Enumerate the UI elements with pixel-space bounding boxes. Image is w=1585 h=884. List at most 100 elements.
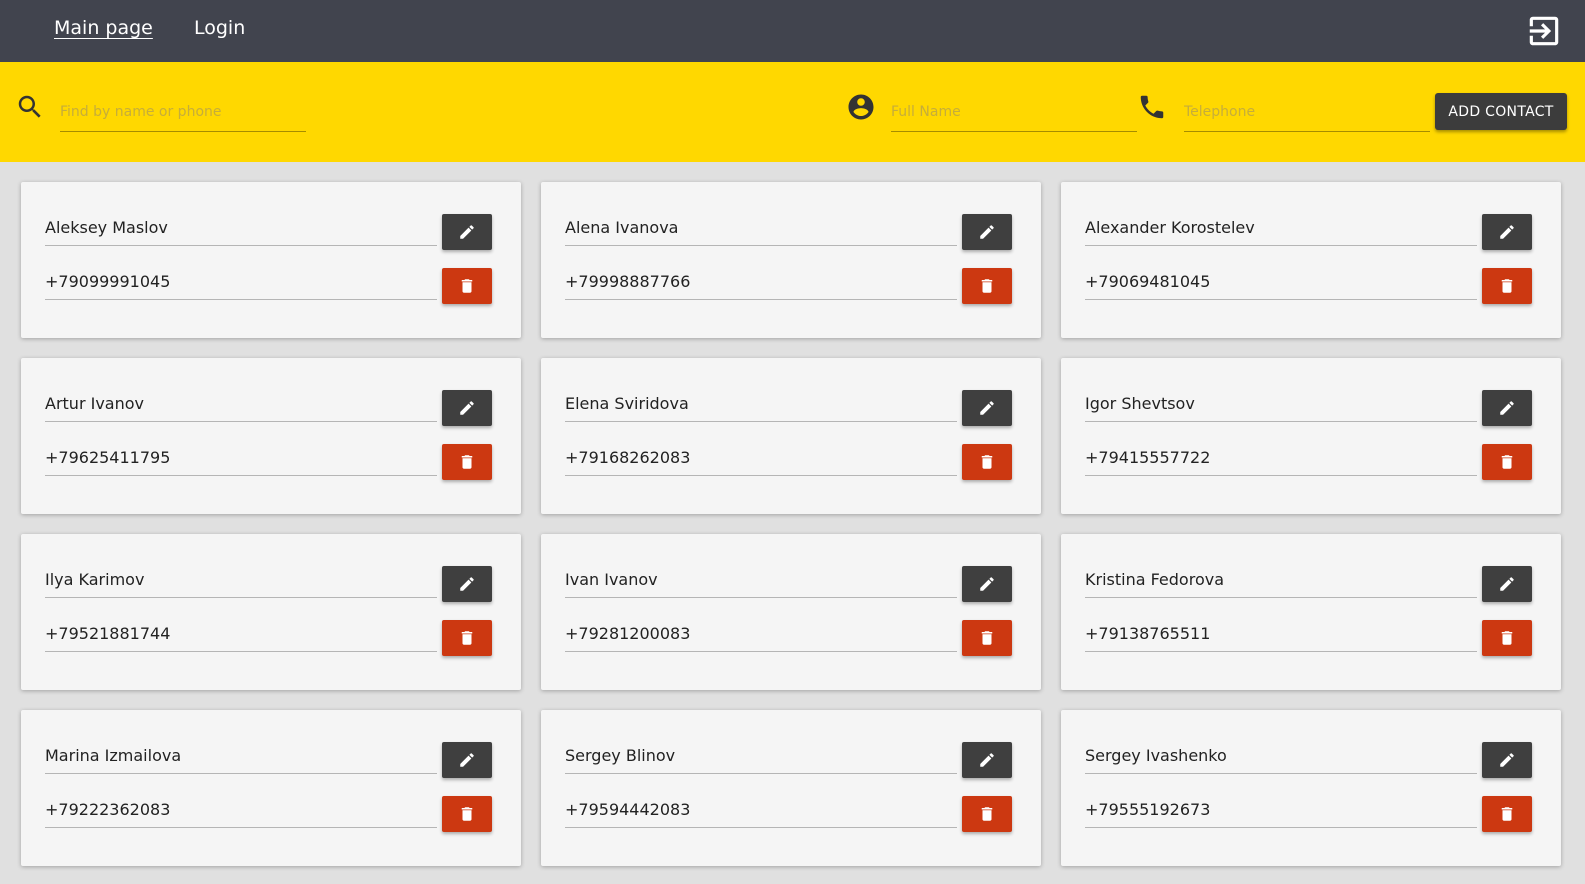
delete-button[interactable] (962, 620, 1012, 656)
trash-icon (461, 807, 473, 821)
trash-icon (1501, 455, 1513, 469)
contact-card: Ivan Ivanov +79281200083 (541, 534, 1041, 690)
fullname-input[interactable] (891, 92, 1137, 131)
contact-name[interactable]: Marina Izmailova (45, 738, 437, 774)
contact-card: Marina Izmailova +79222362083 (21, 710, 521, 866)
trash-icon (461, 631, 473, 645)
contact-card: Elena Sviridova +79168262083 (541, 358, 1041, 514)
telephone-input[interactable] (1184, 92, 1430, 131)
delete-button[interactable] (1482, 268, 1532, 304)
contact-name[interactable]: Elena Sviridova (565, 386, 957, 422)
contact-name[interactable]: Ilya Karimov (45, 562, 437, 598)
edit-button[interactable] (1482, 566, 1532, 602)
delete-button[interactable] (962, 796, 1012, 832)
edit-button[interactable] (442, 742, 492, 778)
contact-toolbar: ADD CONTACT (0, 62, 1585, 162)
add-contact-button[interactable]: ADD CONTACT (1435, 93, 1567, 130)
edit-button[interactable] (442, 566, 492, 602)
pencil-icon (460, 225, 474, 239)
contact-card: Sergey Blinov +79594442083 (541, 710, 1041, 866)
contact-name[interactable]: Kristina Fedorova (1085, 562, 1477, 598)
edit-button[interactable] (962, 742, 1012, 778)
delete-button[interactable] (442, 444, 492, 480)
pencil-icon (460, 577, 474, 591)
trash-icon (1501, 807, 1513, 821)
nav-login-link[interactable]: Login (194, 17, 245, 39)
search-icon (15, 92, 45, 122)
trash-icon (981, 631, 993, 645)
edit-button[interactable] (962, 214, 1012, 250)
edit-button[interactable] (1482, 214, 1532, 250)
trash-icon (981, 279, 993, 293)
contact-phone[interactable]: +79168262083 (565, 440, 957, 476)
pencil-icon (980, 577, 994, 591)
pencil-icon (1500, 753, 1514, 767)
contact-name[interactable]: Ivan Ivanov (565, 562, 957, 598)
contact-phone[interactable]: +79625411795 (45, 440, 437, 476)
telephone-field (1184, 92, 1430, 132)
delete-button[interactable] (962, 268, 1012, 304)
trash-icon (981, 455, 993, 469)
edit-button[interactable] (1482, 390, 1532, 426)
pencil-icon (1500, 401, 1514, 415)
delete-button[interactable] (962, 444, 1012, 480)
contact-phone[interactable]: +79998887766 (565, 264, 957, 300)
edit-button[interactable] (442, 390, 492, 426)
contact-card: Sergey Ivashenko +79555192673 (1061, 710, 1561, 866)
contact-name[interactable]: Sergey Ivashenko (1085, 738, 1477, 774)
contact-phone[interactable]: +79555192673 (1085, 792, 1477, 828)
contact-phone[interactable]: +79099991045 (45, 264, 437, 300)
pencil-icon (980, 753, 994, 767)
contact-card: Igor Shevtsov +79415557722 (1061, 358, 1561, 514)
pencil-icon (460, 401, 474, 415)
contact-name[interactable]: Artur Ivanov (45, 386, 437, 422)
contact-card: Alexander Korostelev +79069481045 (1061, 182, 1561, 338)
contact-name[interactable]: Aleksey Maslov (45, 210, 437, 246)
contact-grid: Aleksey Maslov +79099991045 Alena Ivanov… (21, 182, 1563, 866)
trash-icon (461, 279, 473, 293)
pencil-icon (980, 225, 994, 239)
contact-phone[interactable]: +79594442083 (565, 792, 957, 828)
delete-button[interactable] (1482, 620, 1532, 656)
edit-button[interactable] (442, 214, 492, 250)
account-circle-icon (846, 92, 876, 122)
top-navbar: Main page Login (0, 0, 1585, 62)
contact-phone[interactable]: +79281200083 (565, 616, 957, 652)
contact-name[interactable]: Alexander Korostelev (1085, 210, 1477, 246)
contact-phone[interactable]: +79521881744 (45, 616, 437, 652)
fullname-field (891, 92, 1137, 132)
pencil-icon (980, 401, 994, 415)
pencil-icon (1500, 577, 1514, 591)
delete-button[interactable] (442, 620, 492, 656)
contact-card: Aleksey Maslov +79099991045 (21, 182, 521, 338)
contact-phone[interactable]: +79138765511 (1085, 616, 1477, 652)
delete-button[interactable] (1482, 444, 1532, 480)
delete-button[interactable] (1482, 796, 1532, 832)
delete-button[interactable] (442, 268, 492, 304)
contact-name[interactable]: Alena Ivanova (565, 210, 957, 246)
contact-name[interactable]: Igor Shevtsov (1085, 386, 1477, 422)
trash-icon (1501, 631, 1513, 645)
trash-icon (1501, 279, 1513, 293)
edit-button[interactable] (1482, 742, 1532, 778)
search-input[interactable] (60, 92, 306, 131)
edit-button[interactable] (962, 566, 1012, 602)
contact-phone[interactable]: +79415557722 (1085, 440, 1477, 476)
contact-card: Kristina Fedorova +79138765511 (1061, 534, 1561, 690)
contact-card: Alena Ivanova +79998887766 (541, 182, 1041, 338)
edit-button[interactable] (962, 390, 1012, 426)
contact-card: Artur Ivanov +79625411795 (21, 358, 521, 514)
logout-icon[interactable] (1525, 12, 1563, 50)
delete-button[interactable] (442, 796, 492, 832)
trash-icon (461, 455, 473, 469)
pencil-icon (1500, 225, 1514, 239)
search-field (60, 92, 306, 132)
nav-main-page-link[interactable]: Main page (54, 17, 153, 39)
contact-phone[interactable]: +79222362083 (45, 792, 437, 828)
trash-icon (981, 807, 993, 821)
contact-name[interactable]: Sergey Blinov (565, 738, 957, 774)
contact-card: Ilya Karimov +79521881744 (21, 534, 521, 690)
contact-phone[interactable]: +79069481045 (1085, 264, 1477, 300)
phone-icon (1137, 92, 1167, 122)
pencil-icon (460, 753, 474, 767)
